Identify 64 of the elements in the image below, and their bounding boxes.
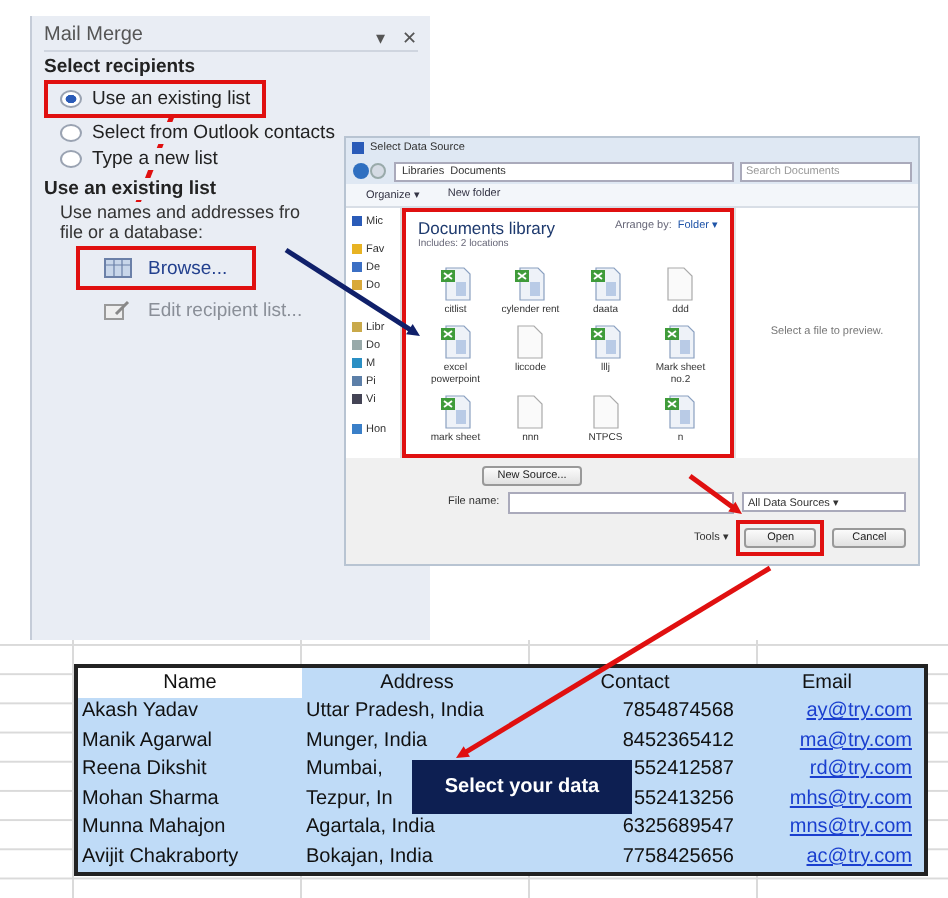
pointer-arrow: [688, 473, 742, 514]
menu-button[interactable]: ▾: [376, 27, 386, 47]
spreadsheet-file-icon: [514, 265, 547, 302]
spreadsheet-file-icon: [439, 323, 472, 360]
spreadsheet-file-icon: [589, 265, 622, 302]
table-cell: Munna Mahajon: [82, 814, 226, 841]
table-cell: 8452365412: [622, 727, 734, 754]
table-cell: Uttar Pradesh, India: [306, 698, 484, 725]
table-cell: Avijit Chakraborty: [82, 843, 239, 870]
radio-button[interactable]: [60, 124, 82, 142]
email-link[interactable]: rd@try.com: [809, 756, 912, 783]
column-header: Contact: [600, 669, 670, 696]
column-header: Email: [801, 669, 852, 696]
email-link[interactable]: ay@try.com: [806, 698, 912, 725]
table-cell: Mohan Sharma: [82, 785, 219, 812]
table-cell: Agartala, India: [306, 814, 435, 841]
document-file-icon: [666, 265, 695, 302]
radio-label[interactable]: Use an existing list: [92, 88, 251, 110]
radio-button[interactable]: [60, 90, 82, 108]
file-name-field[interactable]: [507, 491, 734, 514]
table-cell: Tezpur, In: [306, 785, 393, 812]
table-cell: 6325689547: [622, 814, 734, 841]
table-icon: [104, 258, 132, 278]
table-cell: Manik Agarwal: [82, 727, 213, 754]
document-file-icon: [591, 393, 620, 430]
description-text: file or a database:: [60, 222, 204, 242]
table-cell: 7758425656: [622, 843, 734, 870]
nav-item-icon: [352, 424, 362, 435]
document-file-icon: [516, 323, 545, 360]
table-cell: Reena Dikshit: [82, 756, 207, 783]
nav-item-icon: [352, 216, 362, 227]
table-cell: 7854874568: [622, 698, 734, 725]
spreadsheet-file-icon: [664, 393, 697, 430]
email-link[interactable]: ma@try.com: [799, 727, 912, 754]
section-heading: Use an existing list: [44, 178, 217, 200]
library-title: Documents library: [418, 217, 555, 238]
callout-text: Select your data: [444, 776, 600, 798]
email-link[interactable]: mhs@try.com: [789, 785, 912, 812]
table-cell: Akash Yadav: [82, 698, 199, 725]
section-heading: Select recipients: [44, 56, 196, 78]
column-header: Address: [380, 669, 454, 696]
spreadsheet-file-icon: [664, 323, 697, 360]
email-link[interactable]: ac@try.com: [806, 843, 912, 870]
spreadsheet-file-icon: [439, 393, 472, 430]
description-text: Use names and addresses fro: [60, 202, 301, 222]
close-button[interactable]: ✕: [402, 27, 418, 47]
browse-link[interactable]: Browse...: [148, 257, 228, 279]
app-icon: [352, 142, 364, 155]
spreadsheet-file-icon: [439, 265, 472, 302]
radio-button[interactable]: [60, 150, 82, 168]
table-cell: 552413256: [633, 785, 734, 812]
table-cell: Munger, India: [306, 727, 428, 754]
pencil-sheet-icon: [104, 300, 132, 320]
table-cell: Bokajan, India: [306, 843, 433, 870]
spreadsheet-file-icon: [589, 323, 622, 360]
back-forward-icon[interactable]: [352, 162, 388, 181]
table-cell: Mumbai,: [306, 756, 383, 783]
pane-title: Mail Merge: [44, 24, 143, 46]
document-file-icon: [516, 393, 545, 430]
table-cell: 552412587: [633, 756, 734, 783]
column-header: Name: [163, 669, 217, 696]
radio-label[interactable]: Select from Outlook contacts: [92, 122, 335, 144]
radio-label[interactable]: Type a new list: [92, 148, 218, 170]
email-link[interactable]: mns@try.com: [789, 814, 912, 841]
